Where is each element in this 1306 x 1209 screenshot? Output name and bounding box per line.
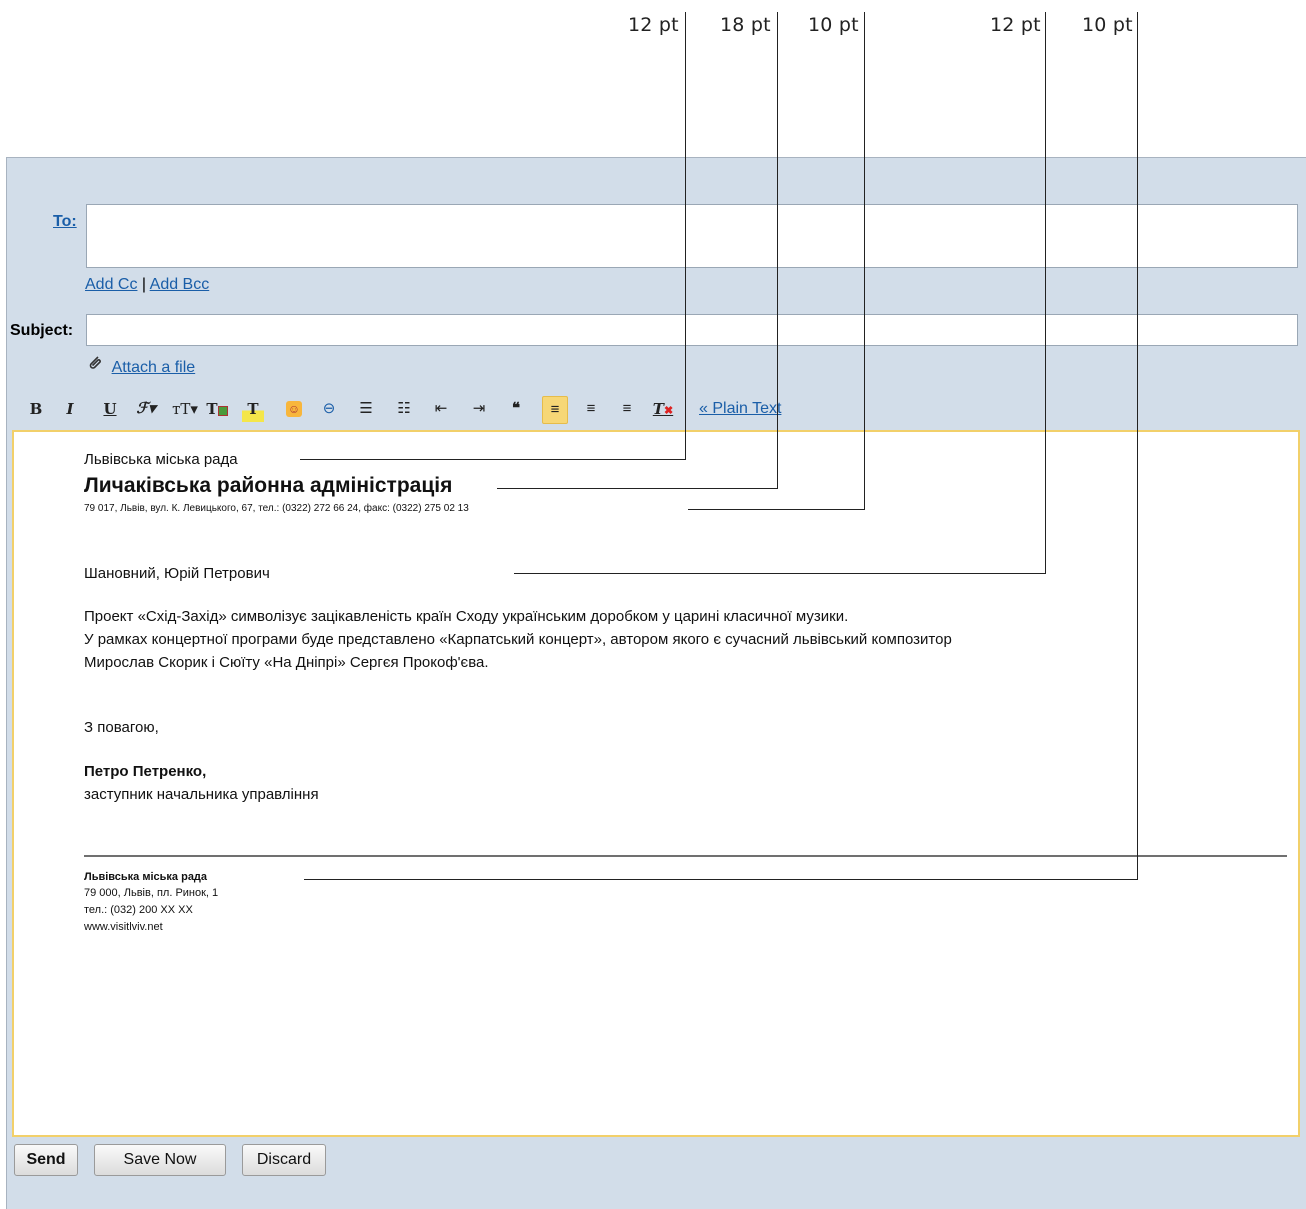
text-color-button[interactable]: T: [206, 396, 228, 422]
footer-org: Львівська міська рада: [84, 871, 208, 883]
footer-website: www.visitlviv.net: [84, 921, 163, 933]
remove-formatting-button[interactable]: T✖: [652, 396, 674, 422]
annotation-label-18pt-title: 18 pt: [720, 14, 771, 36]
annotation-label-12pt-greeting: 12 pt: [990, 14, 1041, 36]
send-button[interactable]: Send: [14, 1144, 78, 1176]
subject-label: Subject:: [10, 322, 74, 339]
leader-line-footer: [1137, 12, 1138, 879]
bulleted-list-button[interactable]: ☷: [394, 396, 414, 422]
font-size-button[interactable]: тT▾: [170, 396, 200, 422]
annotation-label-10pt-address: 10 pt: [808, 14, 859, 36]
paperclip-icon: [86, 354, 104, 377]
leader-line-org: [685, 12, 686, 459]
letter-org-title: Личаківська районна адміністрація: [84, 474, 453, 497]
letter-org-line: Львівська міська рада: [84, 451, 238, 468]
highlight-color-button[interactable]: T: [242, 396, 264, 422]
color-swatch-icon: [217, 406, 228, 416]
remove-formatting-icon: T: [652, 400, 664, 418]
letter-signer-title: заступник начальника управління: [84, 786, 319, 803]
font-button[interactable]: ℱ▾: [132, 396, 160, 422]
letter-body-line-1: Проект «Схід-Захід» символізує зацікавле…: [84, 608, 849, 625]
italic-button[interactable]: I: [62, 396, 78, 422]
insert-link-button[interactable]: ⊖: [318, 396, 340, 422]
annotation-label-10pt-footer: 10 pt: [1082, 14, 1133, 36]
leader-line-greeting-h: [514, 573, 1046, 574]
letter-body-line-3: Мирослав Скорик і Сюїту «На Дніпрі» Серг…: [84, 654, 489, 671]
attach-file[interactable]: Attach a file: [86, 354, 195, 377]
red-x-icon: ✖: [663, 404, 674, 417]
to-input[interactable]: [86, 204, 1298, 268]
letter-signer-name: Петро Петренко,: [84, 763, 207, 780]
align-right-button[interactable]: ≡: [616, 396, 638, 422]
numbered-list-button[interactable]: ☰: [356, 396, 376, 422]
subject-input[interactable]: [86, 314, 1298, 346]
leader-line-greeting: [1045, 12, 1046, 573]
leader-line-org-h: [300, 459, 686, 460]
add-cc-link[interactable]: Add Cc: [85, 276, 137, 293]
annotation-label-12pt-org: 12 pt: [628, 14, 679, 36]
underline-button[interactable]: U: [102, 396, 118, 422]
leader-line-title: [777, 12, 778, 488]
to-link[interactable]: To:: [53, 213, 77, 231]
leader-line-address: [864, 12, 865, 509]
letter-closing: З повагою,: [84, 719, 159, 736]
leader-line-address-h: [688, 509, 865, 510]
attach-file-link[interactable]: Attach a file: [112, 359, 196, 376]
plain-text-link[interactable]: « Plain Text: [699, 400, 781, 418]
text-color-icon: T: [206, 400, 218, 418]
letter-body-line-2: У рамках концертної програми буде предст…: [84, 631, 952, 648]
letter-greeting: Шановний, Юрій Петрович: [84, 565, 270, 582]
add-bcc-link[interactable]: Add Bcc: [150, 276, 210, 293]
align-center-button[interactable]: ≡: [580, 396, 602, 422]
indent-less-button[interactable]: ⇤: [430, 396, 452, 422]
emoticon-icon: ☺: [286, 401, 302, 418]
footer-phone: тел.: (032) 200 XX XX: [84, 904, 193, 916]
leader-line-title-h: [497, 488, 778, 489]
align-left-button[interactable]: ≡: [542, 396, 568, 424]
bold-button[interactable]: B: [28, 396, 44, 422]
cc-bcc-row: Add Cc | Add Bcc: [85, 276, 209, 294]
indent-more-button[interactable]: ⇥: [468, 396, 490, 422]
message-body-editor[interactable]: [12, 430, 1300, 1137]
quote-button[interactable]: ❝: [506, 396, 526, 422]
signature-divider: [84, 855, 1287, 857]
cc-bcc-separator: |: [141, 276, 147, 293]
footer-address: 79 000, Львів, пл. Ринок, 1: [84, 887, 219, 899]
leader-line-footer-h: [304, 879, 1138, 880]
discard-button[interactable]: Discard: [242, 1144, 326, 1176]
letter-address-line: 79 017, Львів, вул. К. Левицького, 67, т…: [84, 503, 469, 514]
emoticon-button[interactable]: ☺: [284, 396, 304, 422]
save-now-button[interactable]: Save Now: [94, 1144, 226, 1176]
